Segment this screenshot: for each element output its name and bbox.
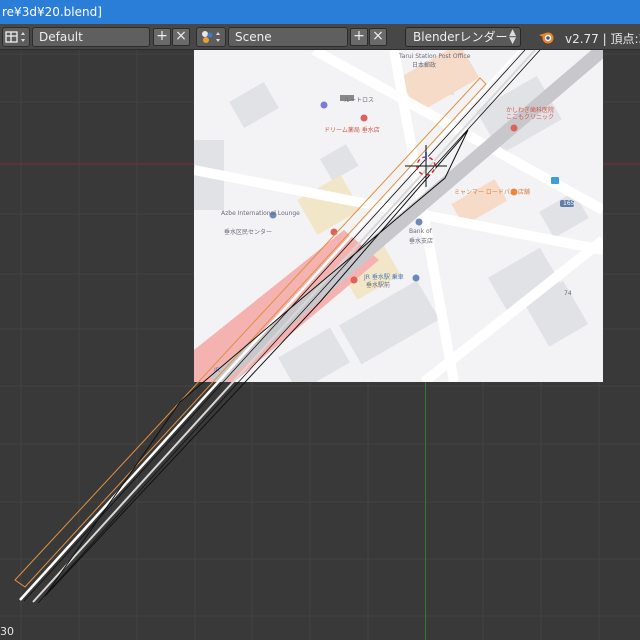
chevron-updown-icon: ▲ ▼ [509, 28, 516, 46]
blender-logo-icon [539, 32, 554, 44]
window-title: re¥3d¥20.blend] [2, 5, 102, 19]
current-frame-label: 30 [0, 625, 14, 638]
3d-cursor-icon [405, 145, 447, 187]
selected-mesh-outline [14, 77, 487, 588]
info-editor-icon [5, 31, 25, 43]
window-title-bar: re¥3d¥20.blend] [0, 0, 640, 24]
editor-type-selector[interactable] [2, 27, 30, 47]
add-scene-button[interactable]: + [350, 28, 368, 46]
scene-name-field[interactable]: Scene [228, 27, 348, 47]
scene-selector[interactable] [196, 27, 226, 47]
close-icon: × [372, 28, 384, 44]
render-engine-label: Blenderレンダー [413, 30, 508, 44]
delete-layout-button[interactable]: × [172, 28, 190, 46]
info-header: Default + × Scene + × Blenderレンダー ▲ ▼ [0, 24, 640, 50]
screen-layout-field[interactable]: Default [32, 27, 150, 47]
scene-objects [14, 50, 541, 604]
add-icon: + [353, 28, 365, 44]
delete-scene-button[interactable]: × [369, 28, 387, 46]
add-layout-button[interactable]: + [153, 28, 171, 46]
render-engine-dropdown[interactable]: Blenderレンダー ▲ ▼ [405, 27, 521, 47]
version-stats: v2.77 | 頂点:3, [565, 32, 640, 46]
scene-name: Scene [235, 30, 272, 44]
3d-viewport[interactable]: Tarui Station Post Office 日本郵政 ドリーム薬局 垂水… [0, 50, 640, 640]
scene-icon [202, 31, 220, 43]
close-icon: × [175, 28, 187, 44]
rail-line-2 [32, 50, 536, 603]
add-icon: + [156, 28, 168, 44]
screen-layout-name: Default [39, 30, 83, 44]
mesh-wire-outline [44, 129, 469, 597]
